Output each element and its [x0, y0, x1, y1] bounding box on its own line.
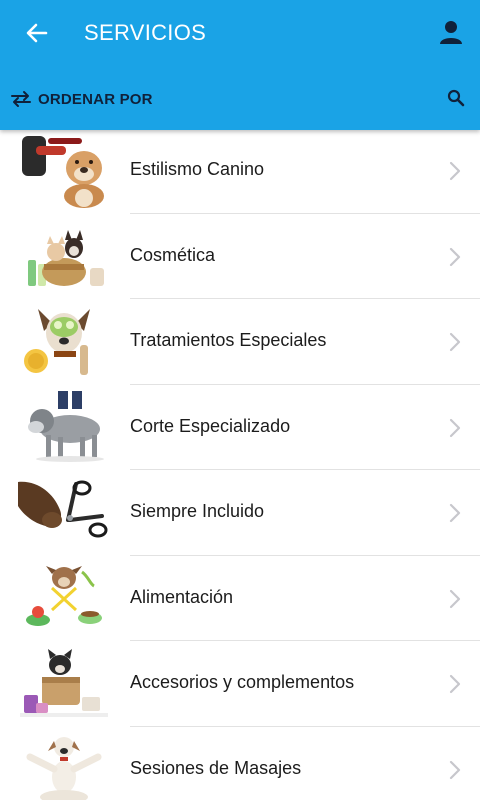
- search-icon: [447, 89, 465, 107]
- service-label: Siempre Incluido: [130, 501, 265, 521]
- app-bar: SERVICIOS ORDENAR POR: [0, 0, 480, 130]
- service-label: Cosmética: [130, 244, 216, 265]
- dog-food-bowls-photo: [18, 561, 110, 636]
- service-label: Accesorios y complementos: [130, 672, 355, 692]
- list-item-sesiones-de-masajes[interactable]: Sesiones de Masajes: [0, 727, 480, 800]
- sort-label: ORDENAR POR: [38, 90, 153, 108]
- search-button[interactable]: [442, 84, 470, 112]
- dog-accessories-basket-photo: [18, 647, 110, 721]
- profile-button[interactable]: [432, 14, 470, 52]
- list-item-estilismo-canino[interactable]: Estilismo Canino: [0, 128, 480, 214]
- chevron-right-icon: [449, 674, 461, 694]
- services-list: Estilismo Canino Cosmética Tratamientos …: [0, 128, 480, 800]
- bulldog-grooming-photo: [18, 134, 110, 208]
- chevron-right-icon: [449, 760, 461, 779]
- list-item-accesorios-y-complementos[interactable]: Accesorios y complementos: [0, 641, 480, 727]
- schnauzer-haircut-photo: [18, 390, 110, 465]
- service-label: Estilismo Canino: [130, 159, 265, 179]
- list-item-tratamientos-especiales[interactable]: Tratamientos Especiales: [0, 299, 480, 385]
- service-label: Alimentación: [130, 586, 234, 607]
- chevron-right-icon: [449, 503, 461, 523]
- list-item-corte-especializado[interactable]: Corte Especializado: [0, 385, 480, 470]
- service-label: Corte Especializado: [130, 415, 291, 436]
- chevron-right-icon: [449, 161, 461, 181]
- back-button[interactable]: [18, 15, 56, 51]
- service-label: Sesiones de Masajes: [130, 757, 302, 778]
- list-item-cosmetica[interactable]: Cosmética: [0, 214, 480, 299]
- chevron-right-icon: [449, 418, 461, 437]
- chevron-right-icon: [449, 332, 461, 352]
- dog-yoga-meditation-photo: [18, 732, 110, 800]
- chevron-right-icon: [449, 589, 461, 608]
- sort-button[interactable]: ORDENAR POR: [10, 86, 153, 112]
- list-item-alimentacion[interactable]: Alimentación: [0, 556, 480, 641]
- arrow-left-icon: [26, 23, 48, 43]
- dogs-in-basket-cosmetics-photo: [18, 219, 110, 294]
- dog-facial-mask-photo: [18, 305, 110, 379]
- service-label: Tratamientos Especiales: [130, 330, 327, 350]
- sort-toolbar: ORDENAR POR: [0, 78, 480, 118]
- chevron-right-icon: [449, 247, 461, 266]
- top-toolbar: SERVICIOS: [0, 0, 480, 66]
- paw-nail-clipper-photo: [18, 476, 110, 550]
- swap-arrows-icon: [11, 91, 31, 107]
- page-title: SERVICIOS: [84, 20, 207, 45]
- list-item-siempre-incluido[interactable]: Siempre Incluido: [0, 470, 480, 556]
- person-icon: [440, 21, 462, 44]
